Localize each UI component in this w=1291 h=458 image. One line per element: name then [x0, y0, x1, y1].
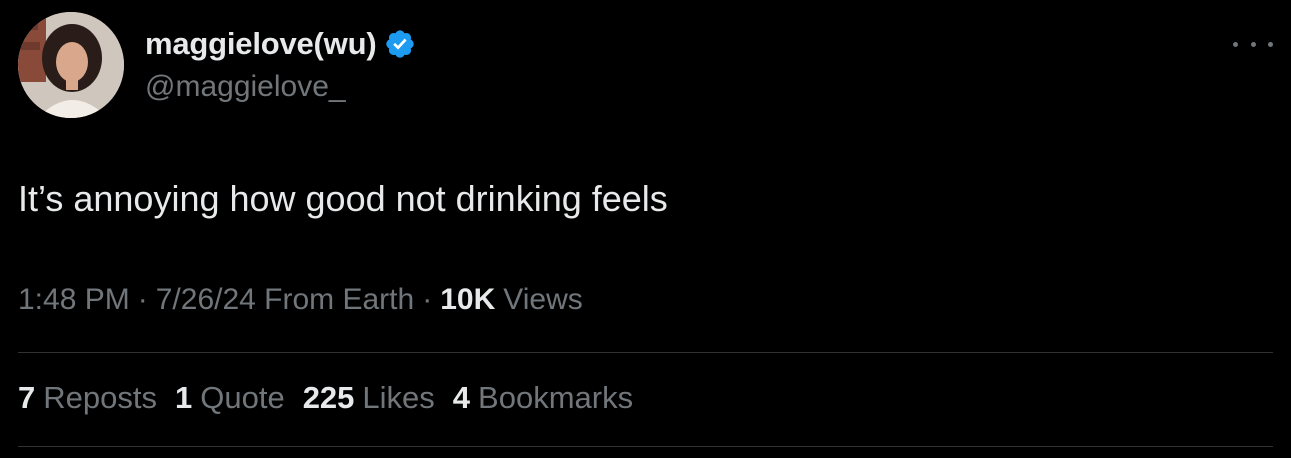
stat-reposts[interactable]: 7 Reposts — [18, 380, 157, 416]
tweet-date-location[interactable]: 7/26/24 From Earth — [156, 283, 414, 317]
meta-separator: · — [137, 283, 148, 316]
divider — [18, 446, 1273, 447]
tweet-text: It’s annoying how good not drinking feel… — [18, 178, 668, 219]
views-count[interactable]: 10K — [440, 283, 495, 317]
stat-count: 4 — [452, 380, 471, 415]
stat-quotes[interactable]: 1 Quote — [175, 380, 285, 416]
tweet-meta: 1:48 PM · 7/26/24 From Earth · 10K Views — [18, 283, 583, 317]
verified-badge-icon[interactable] — [384, 28, 416, 60]
stat-label: Likes — [362, 380, 435, 415]
author-name-row: maggielove(wu) — [145, 24, 416, 64]
stat-count: 1 — [174, 380, 193, 415]
stat-label: Bookmarks — [478, 380, 634, 415]
stat-count: 225 — [302, 380, 355, 415]
stat-count: 7 — [18, 380, 36, 415]
stat-label: Reposts — [43, 380, 157, 415]
engagement-stats: 7 Reposts 1 Quote 225 Likes 4 Bookmarks — [18, 380, 651, 416]
tweet-detail: maggielove(wu) @maggielove_ It’s annoyin… — [0, 0, 1291, 458]
author-handle[interactable]: @maggielove_ — [145, 70, 346, 104]
stat-bookmarks[interactable]: 4 Bookmarks — [453, 380, 633, 416]
tweet-time[interactable]: 1:48 PM — [18, 283, 130, 317]
more-options-icon[interactable] — [1233, 30, 1273, 58]
avatar-image — [18, 12, 124, 118]
divider — [18, 352, 1273, 353]
avatar[interactable] — [18, 12, 124, 118]
stat-likes[interactable]: 225 Likes — [303, 380, 435, 416]
meta-separator: · — [422, 283, 433, 316]
stat-label: Quote — [200, 380, 285, 415]
author-display-name[interactable]: maggielove(wu) — [145, 26, 377, 62]
views-label: Views — [503, 283, 583, 316]
